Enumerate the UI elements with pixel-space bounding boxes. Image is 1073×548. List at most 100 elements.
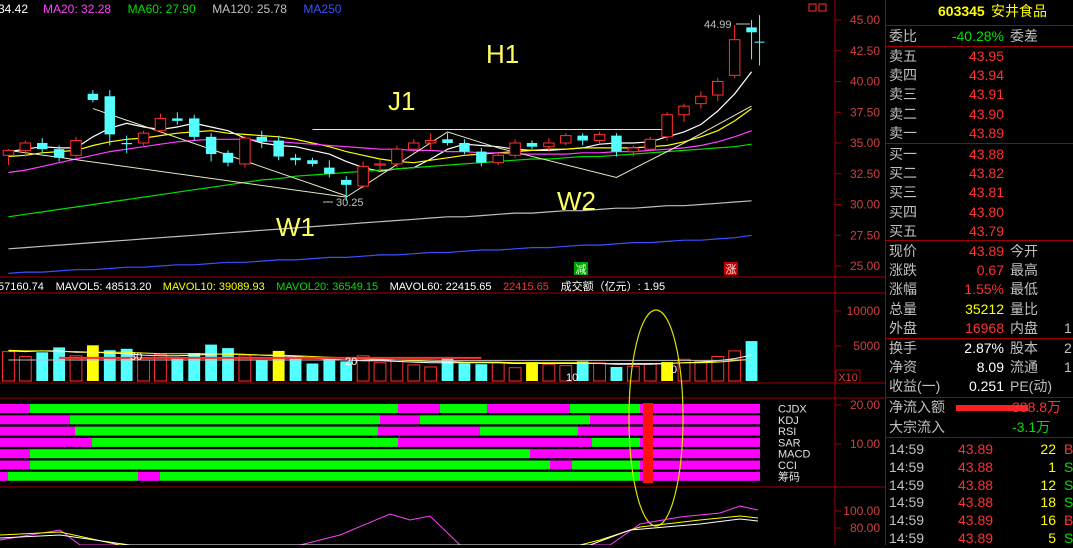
indicator-name: 筹码	[778, 469, 800, 483]
candle-body	[256, 136, 268, 142]
volume-axis-label: 5000	[853, 339, 880, 353]
volume-legend-item: MAVOL5: 48513.20	[56, 281, 152, 293]
trade-direction: S	[1064, 530, 1073, 546]
ma-legend-item: MA60: 27.90	[128, 2, 196, 16]
ma-legend-item: 34.42	[0, 2, 28, 16]
flow-value: -3.1万	[1012, 418, 1051, 435]
bid-label: 买五	[889, 222, 917, 239]
candle-body	[661, 114, 673, 138]
indicator-signal-segment	[572, 460, 640, 470]
annotation-h1: H1	[486, 39, 519, 69]
indicator-signal-segment	[398, 404, 440, 413]
bid-level: 买三 43.81	[886, 183, 1073, 202]
volume-bar	[222, 348, 234, 381]
price-axis-label: 25.00	[850, 259, 880, 273]
volume-bar	[643, 363, 657, 382]
bid-level: 买四 43.80	[886, 203, 1073, 222]
indicator-name: CCI	[778, 460, 797, 472]
bid-level: 买五 43.79	[886, 222, 1073, 241]
weibi-value: -40.28%	[951, 28, 1004, 44]
volume-mark: 10	[566, 372, 578, 384]
trade-row: 14:59 43.89 22 B	[886, 440, 1073, 459]
indicator-signal-segment	[590, 415, 640, 425]
oscillator-line	[0, 515, 759, 545]
ask-price: 43.89	[968, 124, 1004, 141]
candle-body	[53, 149, 65, 158]
trade-row: 14:59 43.89 16 B	[886, 511, 1073, 530]
ask-label: 卖一	[889, 124, 917, 141]
indicator-name: SAR	[778, 437, 801, 449]
trade-row: 14:59 43.88 18 S	[886, 493, 1073, 512]
volume-bar	[137, 359, 150, 382]
stat-label: 换手	[889, 340, 917, 356]
bid-label: 买三	[889, 184, 917, 201]
trade-time: 14:59	[889, 458, 925, 475]
indicator-signal-segment	[30, 404, 398, 413]
ma-line-ma10	[8, 108, 752, 164]
bid-label: 买一	[889, 146, 917, 162]
candle-body	[728, 39, 741, 76]
indicator-name: RSI	[778, 426, 796, 438]
stock-name: 安井食品	[991, 3, 1047, 19]
stat-row: 外盘 16968 内盘 1	[886, 319, 1073, 338]
candle-body	[273, 140, 284, 157]
window-max-icon	[818, 3, 827, 12]
osc-axis-label: 100.00	[843, 504, 880, 518]
indicator-axis-label: 20.00	[850, 398, 880, 412]
candle-body	[560, 135, 572, 144]
trade-time: 14:59	[889, 476, 925, 493]
trade-price: 43.89	[958, 441, 994, 457]
weibi-row: 委比 -40.28% 委差	[886, 27, 1073, 46]
volume-legend-item: 57160.74	[0, 281, 44, 293]
stat-row: 涨幅 1.55% 最低	[886, 280, 1073, 299]
trade-price: 43.89	[958, 512, 994, 529]
indicator-signal-segment	[550, 460, 572, 470]
window-restore-icon	[808, 3, 817, 12]
trade-volume: 5	[1048, 530, 1056, 546]
candle-body	[324, 167, 335, 174]
ask-level: 卖五 43.95	[886, 47, 1073, 66]
volume-ma-line	[8, 359, 752, 361]
volume-unit-label: X10	[838, 372, 858, 384]
candle-body	[746, 27, 757, 33]
indicator-signal-segment	[440, 404, 487, 413]
signal-highlight-bar	[643, 403, 653, 483]
stat-label: 收益(一)	[889, 378, 941, 395]
candle-body	[36, 143, 48, 150]
stat-label: 涨跌	[889, 262, 917, 279]
volume-legend-item: MAVOL10: 39089.93	[163, 281, 265, 293]
stat-row: 总量 35212 量比	[886, 300, 1073, 319]
event-badge-jian: 减	[576, 263, 587, 276]
ma-line-ma5	[8, 71, 753, 172]
kline-chart-area[interactable]: 45.00 42.50 40.00 37.50 35.00 32.50 30.00 27.50…	[0, 0, 885, 545]
volume-bar	[171, 358, 184, 381]
event-badge-zhang: 涨	[726, 263, 737, 276]
ask-label: 卖二	[889, 105, 917, 122]
volume-bar	[458, 363, 471, 381]
volume-bar	[103, 350, 116, 381]
stat-value-2: 2	[1064, 340, 1072, 356]
volume-mark: 30	[130, 351, 142, 363]
volume-bar	[542, 363, 556, 382]
annotation-j1: J1	[388, 86, 415, 116]
ask-level: 卖一 43.89	[886, 124, 1073, 143]
price-axis-label: 45.00	[850, 13, 880, 27]
price-axis-label: 35.00	[850, 136, 880, 150]
indicator-name: MACD	[778, 449, 810, 461]
candle-body	[2, 149, 15, 156]
trade-volume: 16	[1040, 512, 1056, 529]
volume-legend-item: 成交额（亿元）: 1.95	[561, 279, 666, 293]
stat-label-2: 流通	[1010, 359, 1038, 376]
trade-time: 14:59	[889, 494, 925, 511]
candle-body	[593, 133, 606, 142]
stat-value-2: 1	[1064, 319, 1072, 336]
oscillator-line	[0, 505, 759, 545]
stat-label: 净资	[889, 359, 917, 376]
indicator-signal-segment	[0, 415, 70, 425]
indicator-signal-segment	[530, 449, 640, 459]
candle-body	[154, 117, 167, 132]
indicator-signal-segment	[640, 415, 760, 425]
indicator-signal-segment	[30, 460, 550, 470]
volume-bar	[626, 365, 640, 382]
volume-bar	[373, 362, 387, 382]
